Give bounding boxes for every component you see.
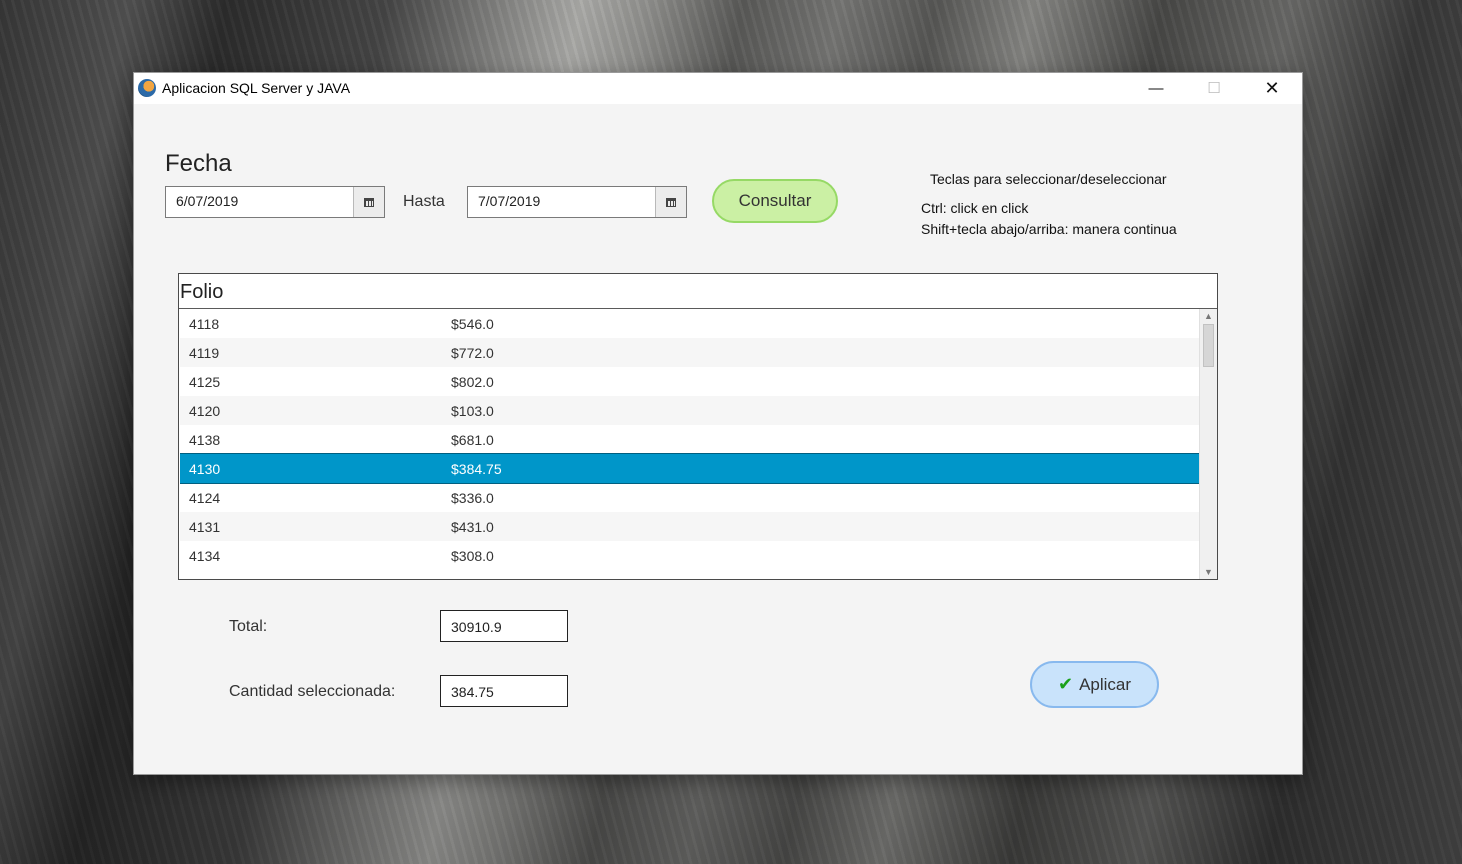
cell-folio: 4130 xyxy=(189,461,221,477)
cell-amount: $802.0 xyxy=(451,374,494,390)
close-button[interactable]: ✕ xyxy=(1243,73,1301,104)
aplicar-button[interactable]: ✔ Aplicar xyxy=(1030,661,1159,708)
hint-shift: Shift+tecla abajo/arriba: manera continu… xyxy=(921,221,1177,237)
cell-amount: $772.0 xyxy=(451,345,494,361)
app-window: Aplicacion SQL Server y JAVA — ☐ ✕ Fecha… xyxy=(134,73,1302,774)
cell-amount: $546.0 xyxy=(451,316,494,332)
aplicar-label: Aplicar xyxy=(1079,674,1132,694)
date-from-value[interactable]: 6/07/2019 xyxy=(176,193,238,209)
folio-table: Folio 4118 $546.0 4119 $772.0 4125 $802.0 4120… xyxy=(178,273,1218,580)
title-bar: Aplicacion SQL Server y JAVA — ☐ ✕ xyxy=(134,73,1302,104)
cell-folio: 4118 xyxy=(189,316,220,332)
cantidad-label: Cantidad seleccionada: xyxy=(229,683,396,700)
cell-amount: $681.0 xyxy=(451,432,494,448)
hint-title: Teclas para seleccionar/deseleccionar xyxy=(930,171,1167,187)
cell-folio: 4119 xyxy=(189,345,220,361)
table-row[interactable]: 4124 $336.0 xyxy=(180,483,1200,512)
cell-amount: $103.0 xyxy=(451,403,494,419)
table-row[interactable]: 4130 $384.75 xyxy=(180,453,1200,484)
scroll-thumb[interactable] xyxy=(1203,324,1214,367)
table-row[interactable]: 4138 $681.0 xyxy=(180,425,1200,454)
fecha-label: Fecha xyxy=(165,150,232,177)
column-header-folio[interactable]: Folio xyxy=(180,281,223,304)
table-body: 4118 $546.0 4119 $772.0 4125 $802.0 4120 $103.0… xyxy=(180,309,1200,577)
cell-folio: 4134 xyxy=(189,548,221,564)
hint-ctrl: Ctrl: click en click xyxy=(921,200,1029,216)
table-row[interactable]: 4125 $802.0 xyxy=(180,367,1200,396)
window-title: Aplicacion SQL Server y JAVA xyxy=(162,80,351,96)
table-row[interactable]: 4120 $103.0 xyxy=(180,396,1200,425)
table-row[interactable]: 4131 $431.0 xyxy=(180,512,1200,541)
date-to-value[interactable]: 7/07/2019 xyxy=(478,193,540,209)
cell-folio: 4125 xyxy=(189,374,221,390)
date-from-picker[interactable]: 6/07/2019 xyxy=(165,186,385,218)
cell-folio: 4120 xyxy=(189,403,221,419)
maximize-button[interactable]: ☐ xyxy=(1185,73,1243,104)
minimize-button[interactable]: — xyxy=(1127,73,1185,104)
table-row[interactable]: 4134 $308.0 xyxy=(180,541,1200,570)
cell-amount: $431.0 xyxy=(451,519,494,535)
checkmark-icon: ✔ xyxy=(1057,674,1074,694)
hasta-label: Hasta xyxy=(403,193,445,210)
total-field[interactable]: 30910.9 xyxy=(440,610,568,642)
cell-folio: 4138 xyxy=(189,432,221,448)
scroll-down-icon[interactable]: ▼ xyxy=(1200,565,1217,579)
total-label: Total: xyxy=(229,618,268,635)
calendar-button-to[interactable] xyxy=(655,187,686,217)
scroll-up-icon[interactable]: ▲ xyxy=(1200,309,1217,323)
cell-amount: $308.0 xyxy=(451,548,494,564)
cell-amount: $336.0 xyxy=(451,490,494,506)
cell-folio: 4131 xyxy=(189,519,221,535)
table-row[interactable]: 4119 $772.0 xyxy=(180,338,1200,367)
calendar-button-from[interactable] xyxy=(353,187,384,217)
table-header[interactable]: Folio xyxy=(179,274,1217,309)
vertical-scrollbar[interactable]: ▲ ▼ xyxy=(1199,309,1217,579)
app-icon xyxy=(138,79,156,97)
cell-folio: 4124 xyxy=(189,490,221,506)
table-row[interactable]: 4118 $546.0 xyxy=(180,309,1200,338)
calendar-icon xyxy=(666,197,676,207)
total-value: 30910.9 xyxy=(451,619,502,635)
cantidad-field[interactable]: 384.75 xyxy=(440,675,568,707)
cantidad-value: 384.75 xyxy=(451,684,494,700)
cell-amount: $384.75 xyxy=(451,461,502,477)
consultar-button[interactable]: Consultar xyxy=(712,179,838,223)
calendar-icon xyxy=(364,197,374,207)
date-to-picker[interactable]: 7/07/2019 xyxy=(467,186,687,218)
